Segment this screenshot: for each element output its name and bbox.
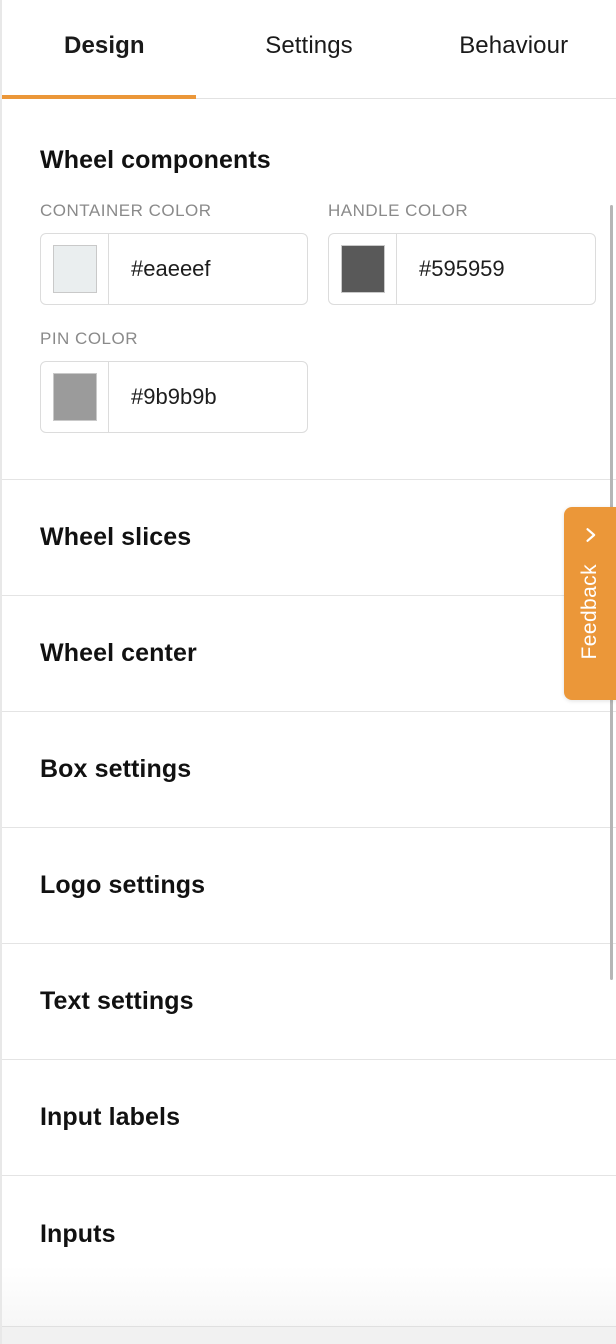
accordion-label: Box settings <box>40 755 192 783</box>
pin-color-value[interactable]: #9b9b9b <box>109 362 307 432</box>
field-label-container-color: CONTAINER COLOR <box>40 201 212 220</box>
tab-behaviour-label: Behaviour <box>459 31 569 59</box>
pin-color-swatch-button[interactable] <box>41 362 109 432</box>
accordion-row-wheel-slices[interactable]: Wheel slices <box>2 480 616 596</box>
tab-settings-label: Settings <box>265 31 353 59</box>
field-container-color: CONTAINER COLOR #eaeeef <box>40 201 308 305</box>
tab-behaviour[interactable]: Behaviour <box>411 0 616 95</box>
accordion-label: Wheel slices <box>40 523 192 551</box>
footer-strip <box>2 1326 616 1344</box>
tab-settings[interactable]: Settings <box>207 0 412 95</box>
accordion-row-inputs[interactable]: Inputs <box>2 1176 616 1292</box>
container-color-swatch-button[interactable] <box>41 234 109 304</box>
feedback-label: Feedback <box>578 564 601 660</box>
scrollbar-track[interactable] <box>608 100 616 1326</box>
accordion-row-text-settings[interactable]: Text settings <box>2 944 616 1060</box>
field-label-handle-color: HANDLE COLOR <box>328 201 469 220</box>
pin-color-input[interactable]: #9b9b9b <box>40 361 308 433</box>
tab-bar: Design Settings Behaviour <box>2 0 616 99</box>
feedback-tab[interactable]: Feedback <box>564 507 616 700</box>
accordion-label: Inputs <box>40 1219 116 1248</box>
accordion-list: Wheel slices Wheel center Box settings L… <box>2 480 616 1292</box>
container-color-swatch <box>52 245 97 293</box>
accordion-row-logo-settings[interactable]: Logo settings <box>2 828 616 944</box>
tab-list: Design Settings Behaviour <box>2 0 616 99</box>
chevron-right-icon <box>580 525 600 550</box>
handle-color-swatch <box>340 245 385 293</box>
pin-color-swatch <box>52 373 97 421</box>
field-pin-color: PIN COLOR #9b9b9b <box>40 329 308 433</box>
field-label-pin-color: PIN COLOR <box>40 329 139 348</box>
settings-panel: Design Settings Behaviour Wheel componen… <box>0 0 616 1344</box>
handle-color-swatch-button[interactable] <box>329 234 397 304</box>
accordion-label: Wheel center <box>40 639 197 667</box>
tab-design[interactable]: Design <box>2 0 207 95</box>
container-color-value[interactable]: #eaeeef <box>109 234 307 304</box>
field-handle-color: HANDLE COLOR #595959 <box>328 201 596 305</box>
color-field-grid: CONTAINER COLOR #eaeeef HANDLE COLOR #59… <box>2 201 616 457</box>
active-tab-indicator <box>2 95 196 99</box>
panel-body: Wheel components CONTAINER COLOR #eaeeef… <box>2 100 616 1326</box>
handle-color-value[interactable]: #595959 <box>397 234 595 304</box>
container-color-input[interactable]: #eaeeef <box>40 233 308 305</box>
accordion-row-input-labels[interactable]: Input labels <box>2 1060 616 1176</box>
tab-design-label: Design <box>64 31 145 59</box>
handle-color-input[interactable]: #595959 <box>328 233 596 305</box>
accordion-label: Logo settings <box>40 871 206 899</box>
wheel-components-section: Wheel components CONTAINER COLOR #eaeeef… <box>2 100 616 480</box>
accordion-row-box-settings[interactable]: Box settings <box>2 712 616 828</box>
section-heading: Wheel components <box>40 146 271 174</box>
accordion-row-wheel-center[interactable]: Wheel center <box>2 596 616 712</box>
accordion-label: Text settings <box>40 987 194 1015</box>
accordion-label: Input labels <box>40 1103 181 1131</box>
